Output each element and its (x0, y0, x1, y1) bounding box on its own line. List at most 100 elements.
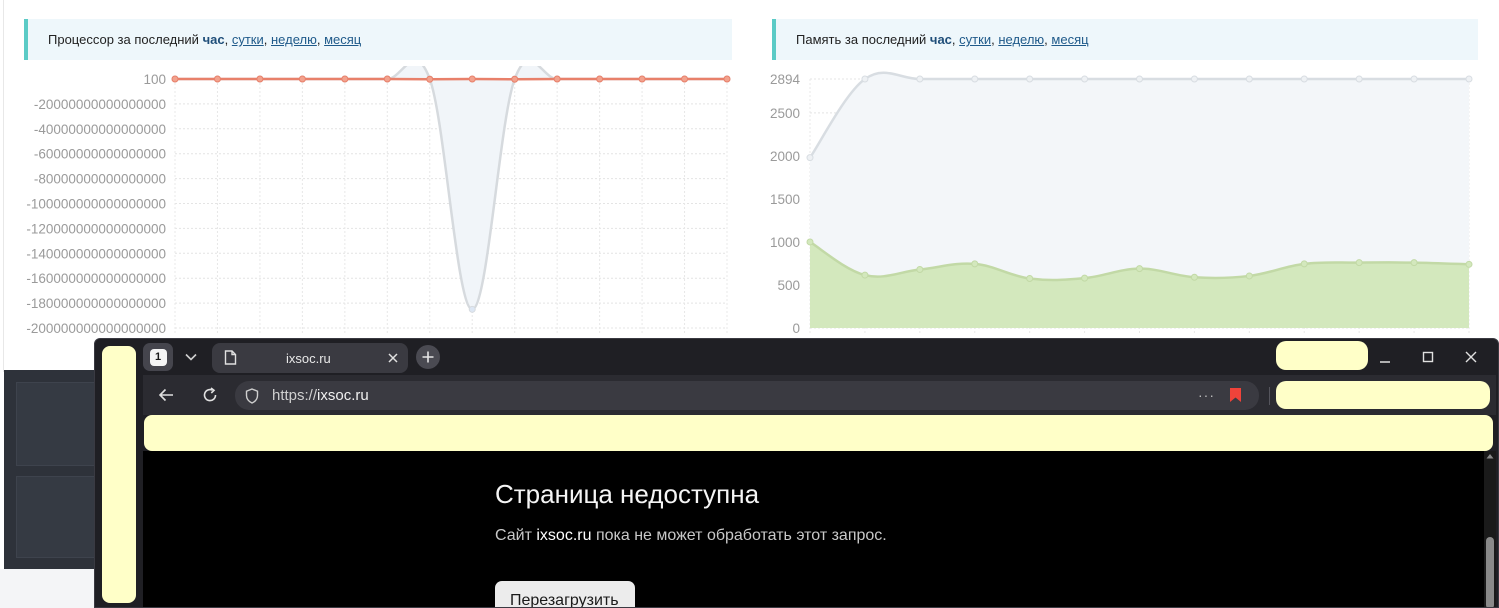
y-tick-label: -140000000000000000 (26, 246, 166, 261)
data-point (1081, 75, 1089, 83)
y-tick-label: 0 (792, 321, 800, 336)
cpu-sep-1: , (224, 32, 229, 47)
chevron-down-icon (185, 353, 197, 361)
browser-toolbar: https://ixsoc.ru ··· (143, 375, 1496, 415)
data-point (553, 75, 561, 83)
data-point (1410, 259, 1418, 267)
bookmark-icon[interactable] (1229, 387, 1242, 403)
bookmarks-bar-highlight (144, 415, 1493, 451)
browser-tab[interactable]: ixsoc.ru (212, 343, 408, 373)
close-tab-button[interactable] (384, 349, 402, 367)
toolbar-highlight-block (1276, 381, 1490, 409)
cpu-chart-svg: 100 -20000000000000000 -40000000000000000 -… (26, 66, 731, 336)
scrollbar[interactable] (1484, 451, 1496, 607)
y-tick-label: -60000000000000000 (34, 147, 166, 162)
data-point (1355, 259, 1363, 267)
cpu-panel-header: Процессор за последний час, сутки, недел… (24, 19, 732, 60)
data-point (298, 75, 306, 83)
data-point (1026, 275, 1034, 283)
page-bottom-strip (0, 569, 100, 608)
back-button[interactable] (151, 381, 181, 409)
cpu-period-day-link[interactable]: сутки (232, 32, 264, 47)
url-text: https://ixsoc.ru (272, 387, 369, 404)
y-tick-label: 1500 (770, 192, 800, 207)
data-point (1300, 260, 1308, 268)
y-tick-label: 2000 (770, 149, 800, 164)
more-icon[interactable]: ··· (1198, 387, 1215, 403)
page-reload-button[interactable]: Перезагрузить (495, 581, 635, 607)
y-tick-label: -200000000000000000 (26, 321, 166, 336)
memory-period-day-link[interactable]: сутки (959, 32, 991, 47)
error-title: Страница недоступна (495, 479, 760, 509)
y-tick-label: -160000000000000000 (26, 271, 166, 286)
cpu-header-prefix: Процессор за последний (48, 32, 199, 47)
data-point (1081, 274, 1089, 282)
data-point (806, 238, 814, 246)
data-point (1465, 75, 1473, 83)
new-tab-button[interactable] (416, 345, 440, 369)
reload-button[interactable] (195, 381, 225, 409)
minimize-icon (1380, 361, 1390, 363)
data-point (1026, 75, 1034, 83)
address-bar[interactable]: https://ixsoc.ru ··· (235, 381, 1259, 410)
titlebar-highlight-block (1276, 341, 1368, 370)
y-tick-label: -40000000000000000 (34, 122, 166, 137)
cpu-sep-2: , (263, 32, 268, 47)
toolbar-divider (1269, 387, 1270, 405)
data-point (468, 75, 476, 83)
data-point (861, 75, 869, 83)
data-point (171, 75, 179, 83)
tab-list-button[interactable] (177, 343, 205, 371)
memory-chart-svg: 2894 2500 2000 1500 1000 500 0 (770, 71, 1473, 336)
close-icon (1465, 351, 1477, 363)
y-tick-label: 500 (777, 278, 800, 293)
error-description: Сайт ixsoc.ru пока не может обработать э… (495, 527, 887, 545)
arrow-left-icon (158, 388, 173, 402)
memory-chart: 2894 2500 2000 1500 1000 500 0 (750, 66, 1490, 346)
y-tick-label: -120000000000000000 (26, 221, 166, 236)
cpu-period-week-link[interactable]: неделю (271, 32, 317, 47)
y-tick-label: -180000000000000000 (26, 296, 166, 311)
minimize-button[interactable] (1365, 343, 1405, 371)
memory-period-month-link[interactable]: месяц (1051, 32, 1088, 47)
maximize-icon (1422, 351, 1434, 363)
data-point (468, 305, 476, 313)
data-point (971, 75, 979, 83)
y-tick-label: -20000000000000000 (34, 97, 166, 112)
shield-icon (245, 388, 259, 404)
error-text-before: Сайт (495, 527, 532, 544)
scrollbar-thumb[interactable] (1486, 537, 1494, 607)
data-point (1136, 75, 1143, 83)
y-tick-label: 1000 (770, 235, 800, 250)
browser-side-panel[interactable] (102, 346, 136, 603)
tab-counter-button[interactable]: 1 (143, 343, 173, 371)
cpu-chart: 100 -20000000000000000 -40000000000000000 -… (0, 66, 740, 346)
data-point (341, 75, 349, 83)
data-point (1190, 75, 1198, 83)
reload-icon (203, 387, 217, 402)
y-tick-label: 2894 (770, 72, 801, 87)
data-point (916, 75, 924, 83)
series-area (175, 66, 727, 310)
data-point (971, 260, 979, 268)
error-text-after: пока не может обработать этот запрос. (595, 527, 887, 544)
data-point (1410, 75, 1418, 83)
data-point (1245, 272, 1253, 280)
cpu-period-month-link[interactable]: месяц (324, 32, 361, 47)
y-tick-label: 100 (143, 72, 166, 87)
data-point (1245, 75, 1253, 83)
browser-window: 1 ixsoc.ru https://ixsoc.ru ··· Страница… (94, 338, 1499, 608)
data-point (806, 154, 814, 162)
memory-sep-1: , (951, 32, 956, 47)
cpu-period-hour: час (202, 32, 225, 47)
tab-title: ixsoc.ru (286, 351, 331, 366)
page-content: Страница недоступна Сайт ixsoc.ru пока н… (143, 451, 1484, 607)
error-host: ixsoc.ru (536, 527, 592, 544)
memory-sep-3: , (1044, 32, 1048, 47)
memory-period-week-link[interactable]: неделю (998, 32, 1044, 47)
window-close-button[interactable] (1451, 343, 1491, 371)
data-point (1300, 75, 1308, 83)
maximize-button[interactable] (1408, 343, 1448, 371)
y-tick-label: 2500 (770, 106, 800, 121)
data-point (681, 75, 689, 83)
